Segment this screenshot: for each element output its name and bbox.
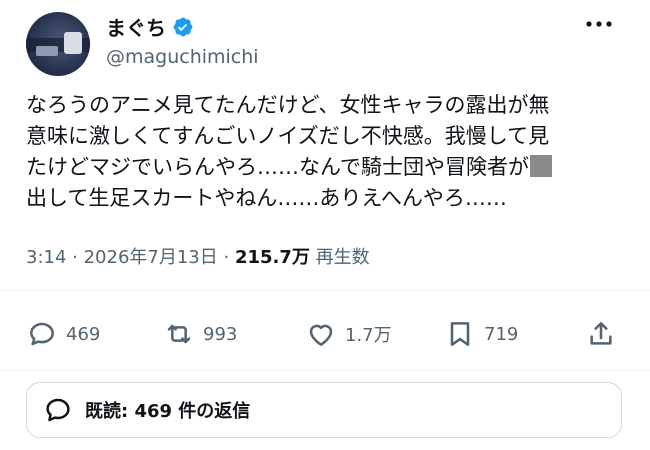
meta-separator: · (217, 247, 235, 268)
redaction-block (529, 155, 552, 177)
repost-button[interactable]: 993 (163, 318, 237, 350)
views-count: 215.7万 (234, 247, 310, 268)
tweet-time[interactable]: 3:14 (26, 247, 66, 268)
reply-button[interactable]: 469 (26, 318, 100, 350)
repost-count: 993 (203, 323, 238, 345)
like-button[interactable]: 1.7万 (305, 318, 392, 350)
like-count: 1.7万 (345, 325, 392, 346)
tweet-text-line: 意味に激しくてすんごいノイズだし不快感。我慢して見 (26, 124, 550, 148)
read-replies-button[interactable]: 既読: 469 件の返信 (26, 382, 622, 438)
tweet-text-line: たけどマジでいらんやろ……なんで騎士団や冒険者が (26, 152, 622, 183)
more-options-icon[interactable] (584, 14, 614, 34)
tweet-date[interactable]: 2026年7月13日 (84, 247, 218, 268)
avatar[interactable] (26, 12, 90, 76)
avatar-mid-patch (36, 46, 58, 56)
divider (0, 290, 650, 291)
meta-separator: · (66, 247, 84, 268)
reply-count: 469 (66, 323, 101, 345)
bookmark-count: 719 (484, 323, 519, 345)
verified-badge-icon (173, 17, 193, 36)
read-replies-label: 既読: 469 件の返信 (85, 401, 251, 422)
speech-bubble-icon (46, 398, 70, 422)
views-label: 再生数 (315, 247, 370, 268)
bookmark-button[interactable]: 719 (444, 318, 518, 350)
author-handle[interactable]: @maguchimichi (106, 46, 259, 68)
tweet-text: なろうのアニメ見てたんだけど、女性キャラの露出が無 意味に激しくてすんごいノイズだ… (26, 90, 622, 214)
repost-icon (167, 324, 191, 344)
author-name[interactable]: まぐち (106, 12, 166, 41)
reply-icon (30, 322, 54, 346)
avatar-light-patch (64, 32, 82, 54)
tweet-text-line: 出して生足スカートやねん……ありえへんやろ…… (26, 186, 507, 210)
tweet-text-line-segment: たけどマジでいらんやろ……なんで騎士団や冒険者が (26, 155, 529, 179)
tweet-meta: 3:14 · 2026年7月13日 · 215.7万 再生数 (26, 243, 370, 269)
bookmark-icon (450, 322, 470, 346)
share-icon (590, 322, 612, 345)
action-bar: 469 993 1.7万 719 (0, 318, 650, 358)
divider (0, 370, 650, 371)
share-button[interactable] (585, 318, 617, 350)
tweet-text-line: なろうのアニメ見てたんだけど、女性キャラの露出が無 (26, 93, 550, 117)
heart-icon (309, 324, 333, 346)
author-name-row: まぐち (106, 12, 194, 41)
